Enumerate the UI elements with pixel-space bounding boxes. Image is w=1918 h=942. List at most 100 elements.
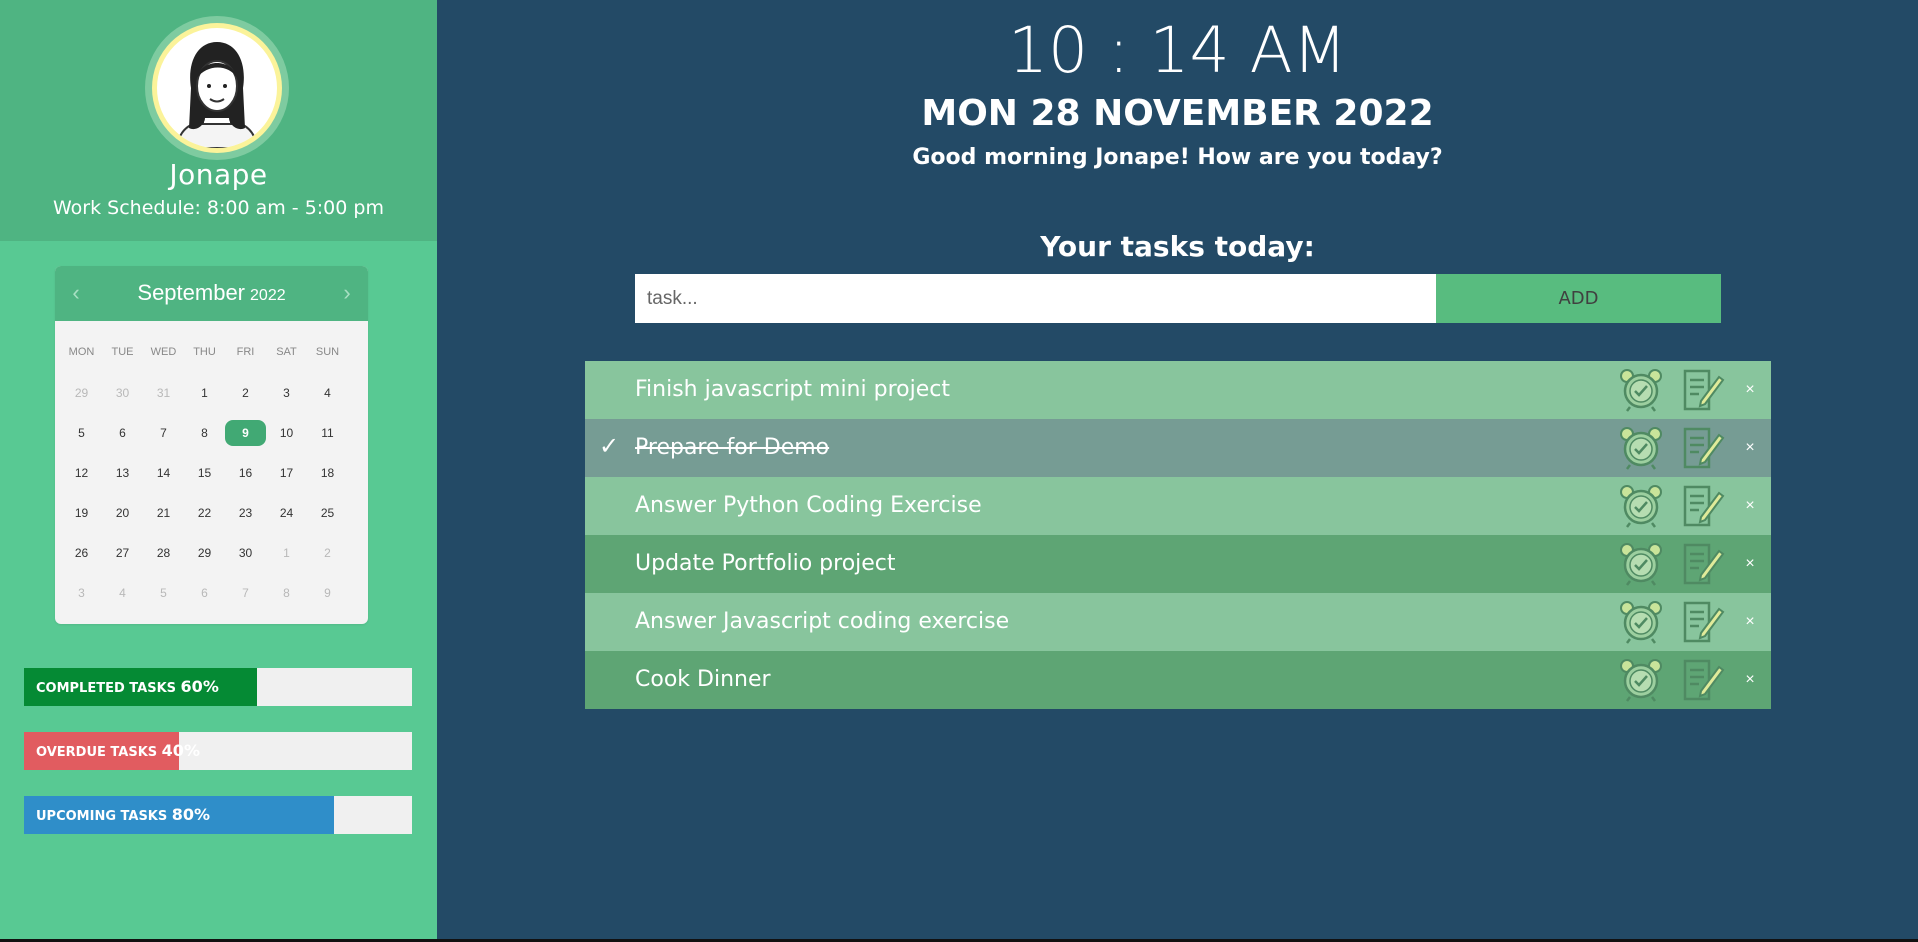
calendar-year: 2022 — [250, 287, 286, 304]
edit-note-icon[interactable] — [1679, 425, 1725, 471]
calendar-next-button[interactable]: › — [335, 279, 359, 307]
calendar-day[interactable]: 3 — [266, 380, 307, 406]
task-row[interactable]: Update Portfolio project × — [585, 535, 1771, 593]
calendar-day[interactable]: 13 — [102, 460, 143, 486]
calendar: ‹ September 2022 › MON TUE WED THU FRI SAT SUN 2… — [55, 266, 368, 624]
calendar-day[interactable]: 7 — [225, 580, 266, 606]
calendar-day[interactable]: 20 — [102, 500, 143, 526]
close-icon[interactable]: × — [1737, 607, 1763, 637]
calendar-day[interactable]: 25 — [307, 500, 348, 526]
calendar-day[interactable]: 23 — [225, 500, 266, 526]
calendar-day[interactable]: 9 — [307, 580, 348, 606]
calendar-title: September 2022 — [55, 280, 368, 306]
sidebar: Jonape Work Schedule: 8:00 am - 5:00 pm … — [0, 0, 437, 942]
alarm-clock-icon[interactable] — [1618, 541, 1664, 587]
completed-tasks-label: COMPLETED TASKS — [36, 681, 177, 696]
edit-note-icon[interactable] — [1679, 367, 1725, 413]
calendar-day[interactable]: 4 — [307, 380, 348, 406]
calendar-day-selected[interactable]: 9 — [225, 420, 266, 446]
calendar-day[interactable]: 16 — [225, 460, 266, 486]
calendar-day[interactable]: 31 — [143, 380, 184, 406]
calendar-day[interactable]: 5 — [143, 580, 184, 606]
alarm-clock-icon[interactable] — [1618, 599, 1664, 645]
calendar-day[interactable]: 8 — [184, 420, 225, 446]
overdue-tasks-bar: OVERDUE TASKS 40% — [24, 732, 412, 770]
work-schedule: Work Schedule: 8:00 am - 5:00 pm — [53, 197, 384, 219]
close-icon[interactable]: × — [1737, 375, 1763, 405]
close-icon[interactable]: × — [1737, 433, 1763, 463]
calendar-weekday: WED — [150, 346, 177, 358]
calendar-day[interactable]: 2 — [225, 380, 266, 406]
user-name: Jonape — [169, 158, 268, 191]
calendar-weekday: FRI — [236, 346, 255, 358]
close-icon[interactable]: × — [1737, 549, 1763, 579]
greeting: Good morning Jonape! How are you today? — [912, 145, 1443, 170]
calendar-day[interactable]: 24 — [266, 500, 307, 526]
task-row[interactable]: Finish javascript mini project × — [585, 361, 1771, 419]
calendar-day[interactable]: 2 — [307, 540, 348, 566]
calendar-day[interactable]: 21 — [143, 500, 184, 526]
task-list: Finish javascript mini project × ✓ Prepare … — [585, 361, 1771, 709]
clock: 10 : 14 AM — [1007, 14, 1348, 87]
task-row[interactable]: ✓ Prepare for Demo × — [585, 419, 1771, 477]
calendar-day[interactable]: 1 — [184, 380, 225, 406]
upcoming-tasks-percent: 80% — [171, 805, 211, 824]
alarm-clock-icon[interactable] — [1618, 483, 1664, 529]
calendar-weekday: MON — [68, 346, 95, 358]
calendar-day[interactable]: 3 — [61, 580, 102, 606]
task-row[interactable]: Answer Python Coding Exercise × — [585, 477, 1771, 535]
calendar-day[interactable]: 6 — [102, 420, 143, 446]
calendar-day[interactable]: 11 — [307, 420, 348, 446]
task-input[interactable] — [635, 274, 1436, 323]
calendar-day[interactable]: 15 — [184, 460, 225, 486]
edit-note-icon[interactable] — [1679, 541, 1725, 587]
edit-note-icon[interactable] — [1679, 483, 1725, 529]
calendar-day[interactable]: 5 — [61, 420, 102, 446]
task-text[interactable]: Update Portfolio project — [635, 535, 896, 593]
calendar-day[interactable]: 26 — [61, 540, 102, 566]
calendar-day[interactable]: 8 — [266, 580, 307, 606]
calendar-day[interactable]: 30 — [102, 380, 143, 406]
calendar-day[interactable]: 18 — [307, 460, 348, 486]
calendar-day[interactable]: 29 — [184, 540, 225, 566]
task-text[interactable]: Cook Dinner — [635, 651, 771, 709]
calendar-day[interactable]: 19 — [61, 500, 102, 526]
calendar-day[interactable]: 14 — [143, 460, 184, 486]
calendar-weekday: SUN — [315, 346, 340, 358]
profile-panel: Jonape Work Schedule: 8:00 am - 5:00 pm — [0, 0, 437, 241]
calendar-day[interactable]: 12 — [61, 460, 102, 486]
calendar-day[interactable]: 27 — [102, 540, 143, 566]
task-text[interactable]: Finish javascript mini project — [635, 361, 950, 419]
alarm-clock-icon[interactable] — [1618, 367, 1664, 413]
task-text[interactable]: Answer Javascript coding exercise — [635, 593, 1009, 651]
avatar — [145, 16, 289, 160]
upcoming-tasks-bar: UPCOMING TASKS 80% — [24, 796, 412, 834]
task-text[interactable]: Prepare for Demo — [635, 419, 829, 477]
task-row[interactable]: Answer Javascript coding exercise × — [585, 593, 1771, 651]
calendar-day[interactable]: 28 — [143, 540, 184, 566]
calendar-day[interactable]: 30 — [225, 540, 266, 566]
completed-tasks-bar: COMPLETED TASKS 60% — [24, 668, 412, 706]
task-row[interactable]: Cook Dinner × — [585, 651, 1771, 709]
calendar-header: ‹ September 2022 › — [55, 266, 368, 321]
close-icon[interactable]: × — [1737, 665, 1763, 695]
add-task-button[interactable]: ADD — [1436, 274, 1721, 323]
current-date: MON 28 NOVEMBER 2022 — [921, 93, 1434, 134]
calendar-day[interactable]: 7 — [143, 420, 184, 446]
calendar-day[interactable]: 29 — [61, 380, 102, 406]
completed-tasks-percent: 60% — [180, 677, 219, 696]
calendar-day[interactable]: 6 — [184, 580, 225, 606]
calendar-day[interactable]: 4 — [102, 580, 143, 606]
task-text[interactable]: Answer Python Coding Exercise — [635, 477, 982, 535]
overdue-tasks-label: OVERDUE TASKS — [36, 745, 158, 760]
edit-note-icon[interactable] — [1679, 599, 1725, 645]
check-icon[interactable]: ✓ — [599, 432, 623, 460]
edit-note-icon[interactable] — [1679, 657, 1725, 703]
calendar-day[interactable]: 1 — [266, 540, 307, 566]
alarm-clock-icon[interactable] — [1618, 657, 1664, 703]
calendar-day[interactable]: 22 — [184, 500, 225, 526]
close-icon[interactable]: × — [1737, 491, 1763, 521]
alarm-clock-icon[interactable] — [1618, 425, 1664, 471]
calendar-day[interactable]: 17 — [266, 460, 307, 486]
calendar-day[interactable]: 10 — [266, 420, 307, 446]
